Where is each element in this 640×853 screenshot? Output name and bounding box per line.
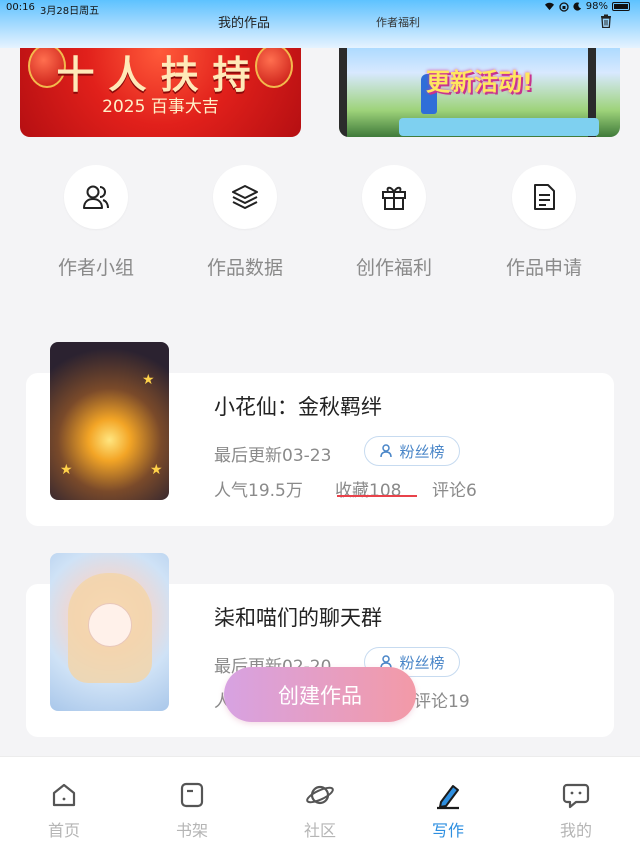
work-comments: 评论6 xyxy=(432,481,477,501)
action-work-application[interactable]: 作品申请 xyxy=(484,165,604,280)
document-icon xyxy=(534,184,555,210)
moon-icon xyxy=(573,2,581,11)
tab-author-benefits[interactable]: 作者福利 xyxy=(376,14,420,30)
action-creation-benefits[interactable]: 创作福利 xyxy=(334,165,454,280)
work-title[interactable]: 柒和喵们的聊天群 xyxy=(214,602,382,632)
users-icon xyxy=(83,185,109,209)
bottom-nav: 首页 书架 社区 写作 我的 xyxy=(0,756,640,853)
nav-label: 我的 xyxy=(559,821,592,840)
top-bar: 00:16 3月28日周五 98% 我的作品 作者福利 xyxy=(0,0,640,48)
work-cover-image[interactable] xyxy=(50,553,169,711)
status-time: 00:16 xyxy=(6,2,35,13)
nav-label: 书架 xyxy=(175,821,208,840)
banner-subtitle: 2025 百事大吉 xyxy=(102,97,219,117)
lock-rotation-icon xyxy=(559,1,569,12)
nav-item-writing[interactable]: 写作 xyxy=(408,779,488,841)
status-date: 3月28日周五 xyxy=(40,6,100,17)
work-comments: 评论19 xyxy=(414,692,470,712)
nav-label: 首页 xyxy=(47,821,80,840)
wifi-icon xyxy=(544,2,554,11)
action-circle xyxy=(64,165,128,229)
pen-icon xyxy=(437,785,459,810)
create-work-button[interactable]: 创建作品 xyxy=(224,667,416,722)
tab-my-works[interactable]: 我的作品 xyxy=(218,12,270,31)
pool-illustration xyxy=(399,118,599,136)
fans-ranking-button[interactable]: 粉丝榜 xyxy=(364,436,460,466)
action-circle xyxy=(512,165,576,229)
bookshelf-icon xyxy=(180,782,204,808)
sparkle-icon: ★ xyxy=(150,462,163,478)
sparkle-icon: ★ xyxy=(142,372,155,388)
nav-label: 社区 xyxy=(303,821,336,840)
action-circle xyxy=(362,165,426,229)
status-indicators: 98% xyxy=(544,1,630,12)
banner-headline: 更新活动! xyxy=(426,68,533,96)
action-label: 作品数据 xyxy=(206,257,283,279)
nav-item-bookshelf[interactable]: 书架 xyxy=(152,779,232,841)
user-icon xyxy=(380,444,393,458)
fans-ranking-label: 粉丝榜 xyxy=(399,442,445,461)
action-author-group[interactable]: 作者小组 xyxy=(36,165,156,280)
work-title[interactable]: 小花仙：金秋羁绊 xyxy=(214,391,382,421)
banner-headline: 十人扶持 xyxy=(56,52,265,97)
home-icon xyxy=(52,783,76,807)
battery-percent: 98% xyxy=(585,1,608,12)
battery-icon xyxy=(612,2,630,11)
nav-item-home[interactable]: 首页 xyxy=(24,779,104,841)
action-label: 作品申请 xyxy=(505,257,582,279)
fans-ranking-label: 粉丝榜 xyxy=(399,653,445,672)
work-favorites[interactable]: 收藏108 xyxy=(335,476,401,501)
action-label: 创作福利 xyxy=(355,257,432,279)
sparkle-icon: ★ xyxy=(60,462,73,478)
action-label: 作者小组 xyxy=(57,257,134,279)
nav-label: 写作 xyxy=(431,821,464,840)
planet-icon xyxy=(306,785,334,805)
layers-icon xyxy=(232,185,258,209)
character-face xyxy=(88,603,132,647)
favorites-underline xyxy=(337,495,417,497)
work-popularity: 人气19.5万 xyxy=(214,481,303,501)
nav-item-community[interactable]: 社区 xyxy=(280,779,360,841)
work-cover-image[interactable]: ★ ★ ★ xyxy=(50,342,169,500)
trash-icon[interactable] xyxy=(600,14,612,28)
nav-item-mine[interactable]: 我的 xyxy=(536,779,616,841)
gift-icon xyxy=(382,186,406,210)
action-circle xyxy=(213,165,277,229)
chat-bubble-icon xyxy=(562,783,590,809)
action-work-data[interactable]: 作品数据 xyxy=(185,165,305,280)
work-last-updated: 最后更新03-23 xyxy=(214,446,332,466)
